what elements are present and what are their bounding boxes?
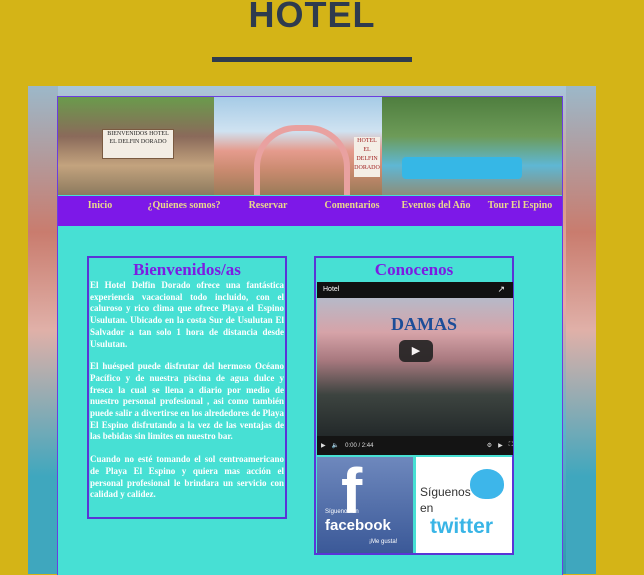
video-sign-text: DAMAS bbox=[391, 314, 457, 334]
banner-photo-pool bbox=[382, 97, 562, 195]
welcome-title: Bienvenidos/as bbox=[133, 260, 241, 279]
volume-icon[interactable]: 🔈 bbox=[332, 442, 339, 449]
entrance-arch bbox=[254, 125, 350, 195]
welcome-box: Bienvenidos/as El Hotel Delfin Dorado of… bbox=[87, 256, 287, 519]
facebook-follow-text: Síguenos en bbox=[325, 509, 359, 515]
fullscreen-icon[interactable]: ⛶ bbox=[509, 442, 513, 449]
play-control-icon[interactable]: ▶ bbox=[321, 442, 326, 449]
twitter-follow-text-2: en bbox=[420, 501, 434, 515]
video-title: Hotel bbox=[317, 282, 513, 298]
banner-photo-sign: BIENVENIDOS HOTEL EL DELFIN DORADO bbox=[58, 97, 214, 195]
facebook-button[interactable]: f Síguenos en facebook ¡Me gusta! bbox=[317, 457, 413, 553]
content-panel: BIENVENIDOS HOTEL EL DELFIN DORADO HOTEL… bbox=[57, 96, 563, 575]
video-thumbnail: DAMAS bbox=[317, 298, 513, 436]
nav-inicio[interactable]: Inicio bbox=[58, 196, 142, 226]
share-icon[interactable]: ↗ bbox=[497, 284, 505, 295]
nav-reservar[interactable]: Reservar bbox=[226, 196, 310, 226]
nav-comentarios[interactable]: Comentarios bbox=[310, 196, 394, 226]
facebook-like-text: ¡Me gusta! bbox=[369, 539, 398, 545]
connect-box: Conocenos Hotel ↗ DAMAS ▶ ▶ 🔈 0:00 / 2:4… bbox=[314, 256, 514, 555]
facebook-brand-text: facebook bbox=[325, 517, 391, 534]
video-controls: ▶ 🔈 0:00 / 2:44 ⚙ ▶ ⛶ bbox=[317, 436, 513, 455]
entrance-sign: HOTEL EL DELFIN DORADO bbox=[354, 137, 380, 177]
page-title: HOTEL bbox=[248, 0, 376, 35]
video-player[interactable]: Hotel ↗ DAMAS ▶ ▶ 🔈 0:00 / 2:44 ⚙ ▶ ⛶ bbox=[317, 282, 513, 455]
pool-shape bbox=[402, 157, 522, 179]
welcome-paragraph-2: El huésped puede disfrutar del hermoso O… bbox=[90, 361, 284, 442]
welcome-paragraph-1: El Hotel Delfin Dorado ofrece una fantás… bbox=[90, 280, 284, 349]
banner-photo-entrance: HOTEL EL DELFIN DORADO bbox=[214, 97, 382, 195]
nav-tour-el-espino[interactable]: Tour El Espino bbox=[478, 196, 562, 226]
connect-title: Conocenos bbox=[374, 260, 454, 279]
title-underline bbox=[212, 57, 412, 62]
background-strip-right bbox=[566, 86, 596, 574]
youtube-icon[interactable]: ▶ bbox=[498, 442, 503, 449]
main-nav: Inicio ¿Quienes somos? Reservar Comentar… bbox=[58, 196, 562, 226]
hotel-sign: BIENVENIDOS HOTEL EL DELFIN DORADO bbox=[102, 129, 174, 159]
background-strip-left bbox=[28, 86, 58, 574]
play-icon[interactable]: ▶ bbox=[399, 340, 433, 362]
twitter-button[interactable]: Síguenos en twitter bbox=[416, 457, 512, 553]
video-time: 0:00 / 2:44 bbox=[345, 442, 374, 449]
twitter-follow-text: Síguenos bbox=[420, 485, 471, 499]
nav-quienes-somos[interactable]: ¿Quienes somos? bbox=[142, 196, 226, 226]
welcome-paragraph-3: Cuando no esté tomando el sol centroamer… bbox=[90, 454, 284, 500]
twitter-brand-text: twitter bbox=[430, 515, 493, 538]
settings-icon[interactable]: ⚙ bbox=[487, 442, 492, 449]
header-banner: BIENVENIDOS HOTEL EL DELFIN DORADO HOTEL… bbox=[58, 97, 562, 195]
nav-eventos[interactable]: Eventos del Año bbox=[394, 196, 478, 226]
twitter-bird-icon bbox=[470, 469, 504, 499]
